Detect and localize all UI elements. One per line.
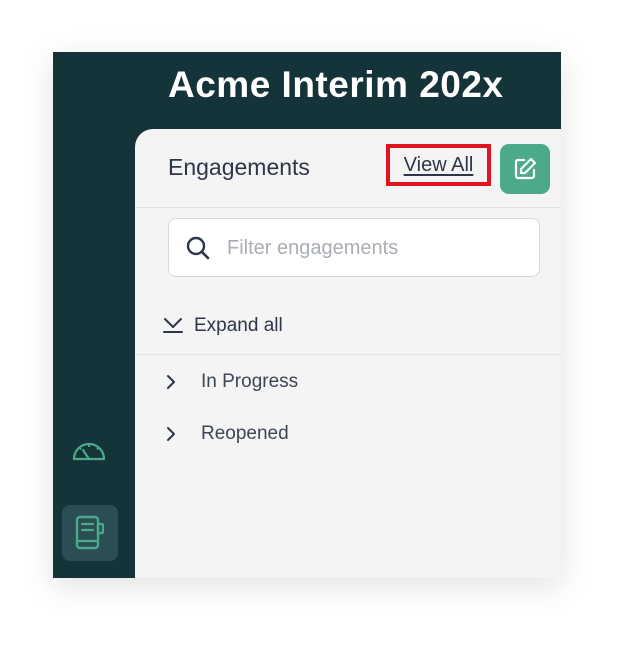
expand-all-label: Expand all [194, 315, 283, 336]
expand-all-icon [163, 318, 183, 333]
group-label: Reopened [201, 423, 289, 444]
chevron-right-icon [167, 375, 175, 389]
group-reopened[interactable]: Reopened [165, 417, 289, 451]
sidebar-item-engagements[interactable] [62, 505, 118, 561]
header-divider [135, 207, 561, 208]
app-window: Acme Interim 202x Engagements View All F… [53, 52, 561, 578]
search-icon [186, 236, 210, 260]
group-label: In Progress [201, 371, 299, 392]
edit-icon [514, 157, 537, 180]
engagements-book-icon [75, 515, 105, 550]
search-input[interactable] [225, 229, 529, 267]
chevron-right-icon [167, 427, 175, 441]
view-all-link[interactable]: View All [386, 144, 491, 186]
app-title: Acme Interim 202x [168, 64, 504, 105]
expand-all-button[interactable]: Expand all [162, 311, 283, 341]
engagements-panel: Engagements View All Expand all [135, 129, 561, 578]
panel-title: Engagements [168, 154, 310, 180]
group-in-progress[interactable]: In Progress [165, 365, 298, 399]
list-divider [135, 354, 561, 355]
search-box[interactable] [168, 218, 540, 277]
edit-button[interactable] [500, 144, 550, 194]
dashboard-gauge-icon [72, 442, 106, 461]
sidebar-item-dashboard[interactable] [69, 434, 109, 470]
view-all-label: View All [403, 153, 474, 176]
